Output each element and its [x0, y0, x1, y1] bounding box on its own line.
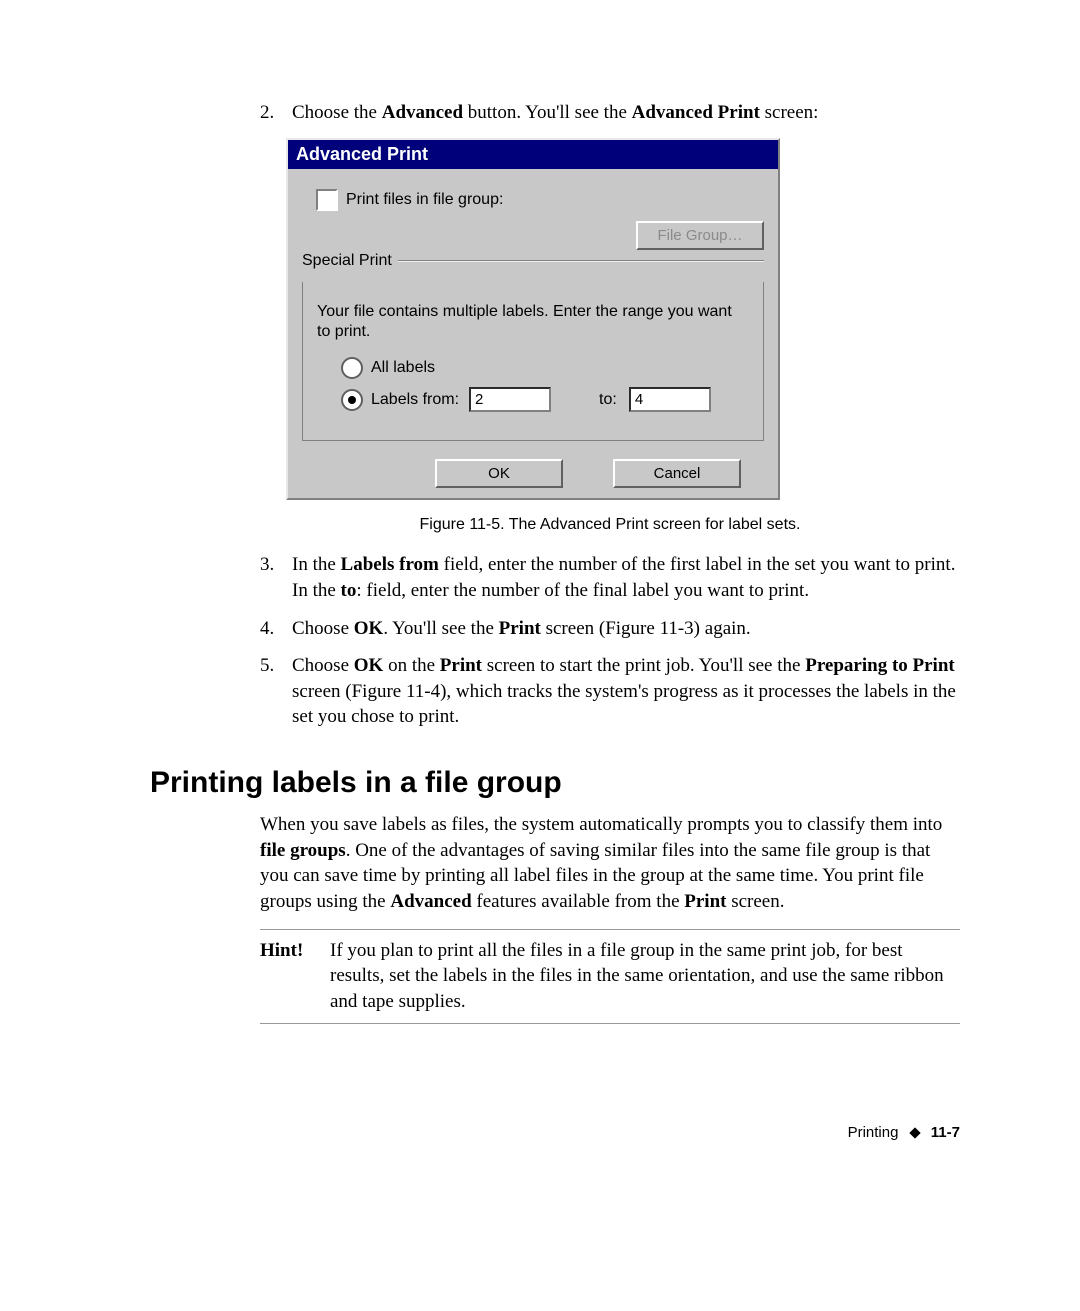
- section-heading: Printing labels in a file group: [150, 766, 960, 800]
- step-body: Choose OK. You'll see the Print screen (…: [292, 616, 960, 642]
- step-body: In the Labels from field, enter the numb…: [292, 552, 960, 603]
- to-label: to:: [599, 391, 617, 409]
- text: screen (Figure 11-4), which tracks the s…: [292, 681, 956, 728]
- labels-from-radio[interactable]: Labels from: to:: [341, 387, 749, 412]
- text: . You'll see the: [383, 618, 498, 639]
- page-footer: Printing 11-7: [150, 1124, 960, 1141]
- special-print-fieldset: Special Print Your file contains multipl…: [302, 252, 764, 442]
- dialog-title: Advanced Print: [288, 140, 778, 169]
- text: button. You'll see the: [463, 102, 632, 123]
- bold-text: to: [341, 580, 357, 601]
- step-body: Choose OK on the Print screen to start t…: [292, 653, 960, 730]
- step-number: 3.: [260, 552, 284, 603]
- step-body: Choose the Advanced button. You'll see t…: [292, 100, 960, 126]
- divider: [398, 260, 764, 261]
- text: : field, enter the number of the final l…: [356, 580, 809, 601]
- fieldset-hint: Your file contains multiple labels. Ente…: [317, 302, 749, 344]
- cancel-button[interactable]: Cancel: [613, 459, 741, 488]
- text: screen to start the print job. You'll se…: [482, 655, 805, 676]
- page: 2. Choose the Advanced button. You'll se…: [0, 0, 1080, 1201]
- ok-button[interactable]: OK: [435, 459, 563, 488]
- diamond-icon: [909, 1127, 920, 1138]
- bold-text: Print: [499, 618, 541, 639]
- step-3: 3. In the Labels from field, enter the n…: [260, 552, 960, 603]
- bold-text: Labels from: [341, 554, 439, 575]
- radio-label: Labels from:: [371, 391, 459, 409]
- bold-text: file groups: [260, 840, 346, 861]
- all-labels-radio[interactable]: All labels: [341, 357, 749, 379]
- bold-text: Advanced Print: [632, 102, 760, 123]
- bold-text: Advanced: [382, 102, 463, 123]
- radio-icon[interactable]: [341, 389, 363, 411]
- bold-text: Preparing to Print: [805, 655, 955, 676]
- step-4: 4. Choose OK. You'll see the Print scree…: [260, 616, 960, 642]
- checkbox-icon[interactable]: [316, 189, 338, 211]
- hint-text: If you plan to print all the files in a …: [330, 938, 960, 1015]
- figure-caption: Figure 11-5. The Advanced Print screen f…: [260, 516, 960, 534]
- advanced-print-dialog: Advanced Print Print files in file group…: [286, 138, 780, 501]
- text: Choose the: [292, 102, 382, 123]
- bold-text: Advanced: [390, 891, 471, 912]
- step-number: 4.: [260, 616, 284, 642]
- text: features available from the: [472, 891, 685, 912]
- text: screen.: [726, 891, 784, 912]
- bold-text: Print: [440, 655, 482, 676]
- radio-icon[interactable]: [341, 357, 363, 379]
- step-2: 2. Choose the Advanced button. You'll se…: [260, 100, 960, 126]
- dialog-button-row: OK Cancel: [302, 459, 764, 488]
- hint-block: Hint! If you plan to print all the files…: [260, 929, 960, 1024]
- labels-to-input[interactable]: [629, 387, 711, 412]
- file-group-button: File Group…: [636, 221, 764, 250]
- text: In the: [292, 554, 341, 575]
- labels-from-input[interactable]: [469, 387, 551, 412]
- file-group-row: File Group…: [302, 221, 764, 250]
- step-number: 5.: [260, 653, 284, 730]
- text: screen:: [760, 102, 819, 123]
- step-list: 2. Choose the Advanced button. You'll se…: [260, 100, 960, 730]
- text: Choose: [292, 618, 354, 639]
- radio-label: All labels: [371, 359, 435, 377]
- text: screen (Figure 11-3) again.: [541, 618, 751, 639]
- bold-text: OK: [354, 618, 384, 639]
- checkbox-label: Print files in file group:: [346, 191, 503, 209]
- bold-text: OK: [354, 655, 384, 676]
- text: on the: [383, 655, 439, 676]
- fieldset-legend: Special Print: [302, 252, 398, 270]
- hint-label: Hint!: [260, 938, 320, 1015]
- text: When you save labels as files, the syste…: [260, 814, 942, 835]
- step-number: 2.: [260, 100, 284, 126]
- step-5: 5. Choose OK on the Print screen to star…: [260, 653, 960, 730]
- footer-chapter: Printing: [848, 1124, 899, 1141]
- footer-page: 11-7: [931, 1124, 960, 1141]
- body-paragraph: When you save labels as files, the syste…: [260, 812, 960, 915]
- dialog-body: Print files in file group: File Group… S…: [288, 169, 778, 499]
- bold-text: Print: [684, 891, 726, 912]
- text: Choose: [292, 655, 354, 676]
- print-files-checkbox-row[interactable]: Print files in file group:: [316, 189, 764, 211]
